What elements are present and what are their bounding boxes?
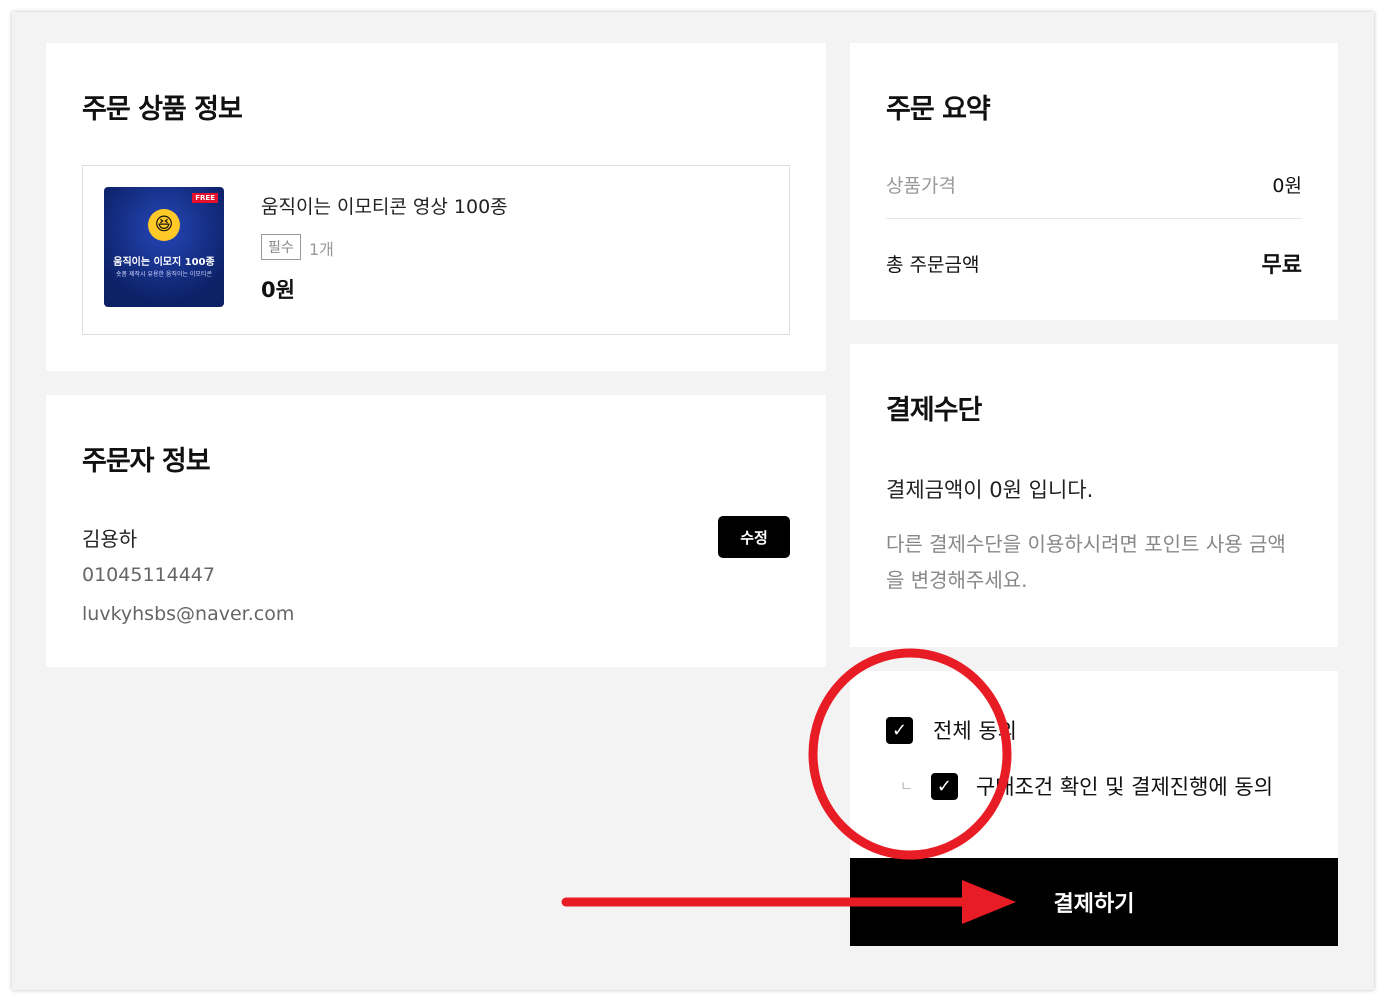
annotation-overlay — [561, 648, 1016, 924]
annotation-circle — [808, 648, 1012, 860]
annotation-arrow-head — [962, 880, 1016, 924]
